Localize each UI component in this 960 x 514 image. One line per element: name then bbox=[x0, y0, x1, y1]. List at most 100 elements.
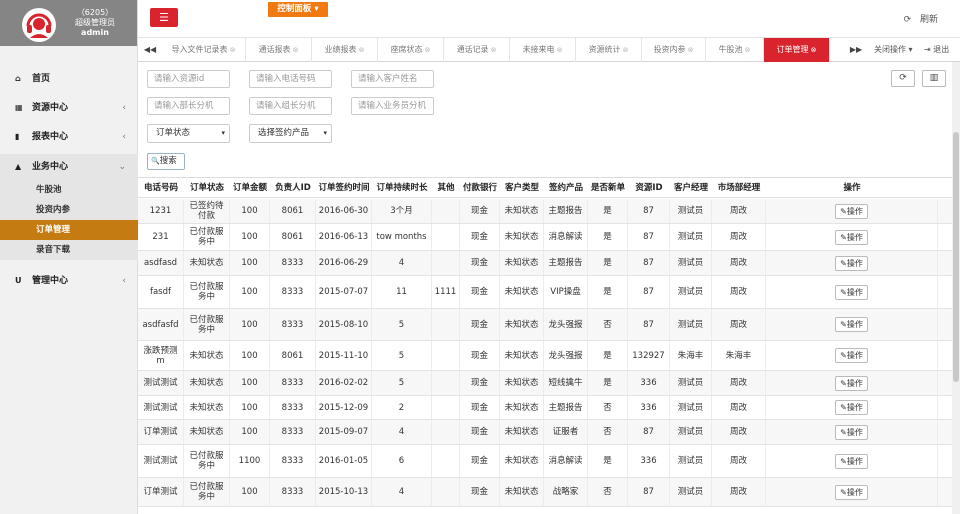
nav-resource-center[interactable]: ▦ 资源中心 ‹ bbox=[0, 94, 138, 122]
table-row[interactable]: fasdf 已付款服务中 100 8333 2015-07-07 11 1111 现金 未知状态… bbox=[138, 276, 952, 309]
column-header[interactable]: 其他 bbox=[432, 178, 460, 198]
close-icon[interactable]: ⊗ bbox=[293, 46, 299, 54]
column-header[interactable]: 订单金额 bbox=[230, 178, 270, 198]
table-cell: 336 bbox=[628, 445, 670, 477]
row-operation-button[interactable]: ✎操作 bbox=[835, 255, 868, 271]
close-icon[interactable]: ⊗ bbox=[359, 46, 365, 54]
menu-toggle-button[interactable]: ☰ bbox=[150, 8, 178, 27]
phone-number-input[interactable]: 请输入电话号码 bbox=[249, 70, 332, 88]
tabs-scroll-right-button[interactable]: ▶▶ bbox=[846, 38, 866, 62]
close-icon[interactable]: ⊗ bbox=[557, 46, 563, 54]
close-icon[interactable]: ⊗ bbox=[688, 46, 694, 54]
sidebar-item-investment-reference[interactable]: 投资内参 bbox=[0, 200, 138, 220]
column-header[interactable]: 客户类型 bbox=[500, 178, 544, 198]
table-cell: 周改 bbox=[712, 276, 766, 308]
close-operations-dropdown[interactable]: 关闭操作 ▾ bbox=[874, 38, 913, 62]
tab-call-report[interactable]: 通话报表 ⊗ bbox=[246, 38, 312, 62]
table-cell: 测试员 bbox=[670, 251, 712, 275]
table-row[interactable]: 测试测试 已付款服务中 1100 8333 2016-01-05 6 现金 未知状态 消息解读是… bbox=[138, 445, 952, 478]
tab-order-management[interactable]: 订单管理 ⊗ bbox=[764, 38, 830, 62]
order-status-select[interactable]: 订单状态 ▾ bbox=[147, 124, 230, 143]
column-header[interactable]: 市场部经理 bbox=[712, 178, 766, 198]
row-operation-button[interactable]: ✎操作 bbox=[835, 375, 868, 391]
column-header[interactable]: 订单状态 bbox=[184, 178, 230, 198]
tab-performance-report[interactable]: 业绩报表 ⊗ bbox=[312, 38, 378, 62]
resource-id-input[interactable]: 请输入资源id bbox=[147, 70, 230, 88]
table-row[interactable]: 1231 已签约待付款 100 8061 2016-06-30 3个月 现金 未知状态 主题报告… bbox=[138, 199, 952, 224]
column-header[interactable]: 电话号码 bbox=[138, 178, 184, 198]
row-operation-button[interactable]: ✎操作 bbox=[835, 317, 868, 332]
table-row[interactable]: 测试测试 未知状态 100 8333 2016-02-02 5 现金 未知状态 短线擒牛是 336… bbox=[138, 371, 952, 396]
row-operation-button[interactable]: ✎操作 bbox=[835, 203, 868, 219]
table-row[interactable]: 涨跌预测m 未知状态 100 8061 2015-11-10 5 现金 未知状态 龙头强报是 13… bbox=[138, 341, 952, 371]
table-cell: 2016-01-05 bbox=[316, 445, 372, 477]
table-cell: 1231 bbox=[138, 199, 184, 223]
column-header[interactable]: 客户经理 bbox=[670, 178, 712, 198]
logout-button[interactable]: ⇥ 退出 bbox=[924, 38, 949, 62]
tab-resource-stats[interactable]: 资源统计 ⊗ bbox=[576, 38, 642, 62]
table-row[interactable]: 231 已付款服务中 100 8061 2016-06-13 tow months 现金 未知… bbox=[138, 224, 952, 251]
close-icon[interactable]: ⊗ bbox=[745, 46, 751, 54]
nav-report-center[interactable]: ▮ 报表中心 ‹ bbox=[0, 123, 138, 151]
tab-agent-status[interactable]: 座席状态 ⊗ bbox=[378, 38, 444, 62]
column-header[interactable]: 订单持续时长 bbox=[372, 178, 432, 198]
table-row[interactable]: 订单测试 已付款服务中 100 8333 2015-10-13 4 现金 未知状态 战略家否 87… bbox=[138, 478, 952, 507]
column-header[interactable]: 是否新单 bbox=[588, 178, 628, 198]
search-button[interactable]: 🔍搜索 bbox=[147, 153, 185, 170]
close-icon[interactable]: ⊗ bbox=[491, 46, 497, 54]
table-cell: 87 bbox=[628, 224, 670, 250]
row-operation-button[interactable]: ✎操作 bbox=[835, 424, 868, 440]
table-cell: 已付款服务中 bbox=[184, 276, 230, 308]
sidebar-item-recording-download[interactable]: 录音下载 bbox=[0, 240, 138, 260]
table-row[interactable]: asdfasfd 已付款服务中 100 8333 2015-08-10 5 现金 未知状态 龙头… bbox=[138, 309, 952, 341]
table-cell: 消息解读 bbox=[544, 224, 588, 250]
column-toggle-button[interactable]: ▥ bbox=[922, 70, 946, 87]
nav-management-center[interactable]: U 管理中心 ‹ bbox=[0, 267, 138, 295]
scrollbar-thumb[interactable] bbox=[953, 132, 959, 382]
table-row[interactable]: 测试测试 未知状态 100 8333 2015-12-09 2 现金 未知状态 主题报告否 336… bbox=[138, 396, 952, 420]
table-row[interactable]: 订单测试 未知状态 100 8333 2015-09-07 4 现金 未知状态 证服者否 87 测试… bbox=[138, 420, 952, 445]
column-header[interactable]: 订单签约时间 bbox=[316, 178, 372, 198]
table-row[interactable]: asdfasd 未知状态 100 8333 2016-06-29 4 现金 未知状态 主题报告是… bbox=[138, 251, 952, 276]
row-operation-button[interactable]: ✎操作 bbox=[835, 484, 868, 500]
sidebar-item-order-management[interactable]: 订单管理 bbox=[0, 220, 138, 240]
column-header[interactable]: 付款银行 bbox=[460, 178, 500, 198]
close-icon[interactable]: ⊗ bbox=[623, 46, 629, 54]
nav-home[interactable]: ⌂ 首页 bbox=[0, 65, 138, 93]
table-cell: 未知状态 bbox=[500, 309, 544, 340]
tab-stock-pool[interactable]: 牛股池 ⊗ bbox=[706, 38, 764, 62]
tab-call-records[interactable]: 通话记录 ⊗ bbox=[444, 38, 510, 62]
customer-name-input[interactable]: 请输入客户姓名 bbox=[351, 70, 434, 88]
row-operation-button[interactable]: ✎操作 bbox=[835, 400, 868, 415]
table-cell: 是 bbox=[588, 276, 628, 308]
vertical-scrollbar[interactable] bbox=[952, 62, 960, 514]
row-operation-button[interactable]: ✎操作 bbox=[835, 284, 868, 300]
table-cell: 现金 bbox=[460, 276, 500, 308]
team-lead-extension-input[interactable]: 请输入组长分机 bbox=[249, 97, 332, 115]
table-cell: 周改 bbox=[712, 199, 766, 223]
tab-missed-calls[interactable]: 未接来电 ⊗ bbox=[510, 38, 576, 62]
nav-business-center[interactable]: ▲ 业务中心 ⌄ bbox=[0, 153, 138, 181]
tab-import-records[interactable]: 导入文件记录表 ⊗ bbox=[162, 38, 246, 62]
close-icon[interactable]: ⊗ bbox=[811, 46, 817, 54]
tabs-scroll-left-button[interactable]: ◀◀ bbox=[140, 38, 160, 62]
column-header[interactable]: 资源ID bbox=[628, 178, 670, 198]
row-operation-button[interactable]: ✎操作 bbox=[835, 229, 868, 245]
product-select[interactable]: 选择签约产品 ▾ bbox=[249, 124, 332, 143]
row-operation-button[interactable]: ✎操作 bbox=[835, 453, 868, 469]
close-icon[interactable]: ⊗ bbox=[230, 46, 236, 54]
table-cell bbox=[432, 199, 460, 223]
control-panel-dropdown[interactable]: 控制面板 ▾ bbox=[268, 2, 328, 17]
table-refresh-button[interactable]: ⟳ bbox=[891, 70, 915, 87]
column-header[interactable]: 签约产品 bbox=[544, 178, 588, 198]
refresh-button[interactable]: ⟳ 刷新 bbox=[904, 12, 938, 25]
tab-investment-reference[interactable]: 投资内参 ⊗ bbox=[642, 38, 706, 62]
column-header[interactable]: 操作 bbox=[766, 178, 938, 198]
sidebar-item-stock-pool[interactable]: 牛股池 bbox=[0, 180, 138, 200]
director-extension-input[interactable]: 请输入部长分机 bbox=[147, 97, 230, 115]
close-icon[interactable]: ⊗ bbox=[425, 46, 431, 54]
row-operation-button[interactable]: ✎操作 bbox=[835, 348, 868, 363]
column-header[interactable]: 负责人ID bbox=[270, 178, 316, 198]
table-cell: 4 bbox=[372, 251, 432, 275]
salesperson-extension-input[interactable]: 请输入业务员分机 bbox=[351, 97, 434, 115]
